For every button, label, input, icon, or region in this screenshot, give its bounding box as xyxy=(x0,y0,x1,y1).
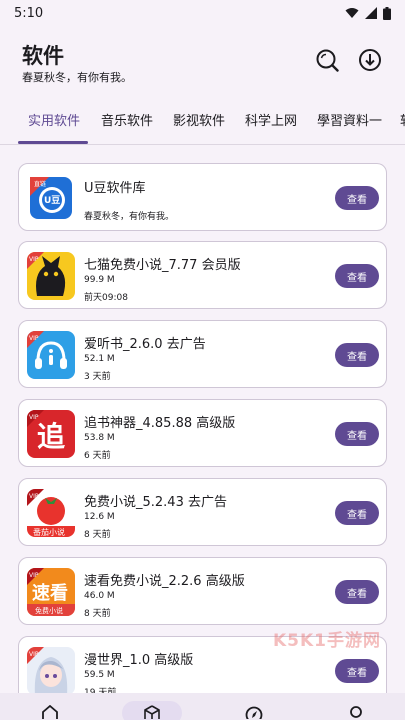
signal-icon xyxy=(365,7,377,19)
zhui-icon: 追 VIP xyxy=(27,410,75,458)
udou-text: U豆 xyxy=(44,195,60,206)
list-item[interactable]: VIP 爱听书_2.6.0 去广告 52.1 M 3 天前 查看 xyxy=(18,320,387,388)
app-list: 直链 U豆 U豆软件库 春夏秋冬，有你有我。 查看 VIP 七猫免费小说_7.7… xyxy=(0,145,405,693)
vip-tag: VIP xyxy=(29,335,39,342)
vip-tag: VIP xyxy=(29,651,39,658)
sukan-text: 速看 xyxy=(32,582,68,604)
app-name: 爱听书_2.6.0 去广告 xyxy=(84,337,206,352)
view-button[interactable]: 查看 xyxy=(335,186,379,210)
app-time: 19 天前 xyxy=(84,688,117,693)
app-time: 6 天前 xyxy=(84,451,111,461)
nav-software[interactable] xyxy=(122,693,182,720)
view-button[interactable]: 查看 xyxy=(335,580,379,604)
list-item[interactable]: 追 VIP 追书神器_4.85.88 高级版 53.8 M 6 天前 查看 xyxy=(18,399,387,467)
app-size: 59.5 M xyxy=(84,670,115,680)
status-time: 5:10 xyxy=(14,5,44,21)
anime-icon: VIP xyxy=(27,647,75,693)
app-size: 99.9 M xyxy=(84,275,115,285)
app-size: 52.1 M xyxy=(84,354,115,364)
tab-study-materials[interactable]: 學習資料一 xyxy=(317,104,382,144)
nav-home[interactable] xyxy=(20,693,80,720)
tomato-icon: 番茄小说 VIP xyxy=(27,489,75,537)
watermark: K5K1手游网 xyxy=(273,631,382,651)
list-item[interactable]: 番茄小说 VIP 免费小说_5.2.43 去广告 12.6 M 8 天前 查看 xyxy=(18,478,387,546)
list-item[interactable]: 速看 免费小说 VIP 速看免费小说_2.2.6 高级版 46.0 M 8 天前… xyxy=(18,557,387,625)
wifi-icon xyxy=(345,8,359,18)
vip-tag: VIP xyxy=(29,256,39,263)
headphones-icon: VIP xyxy=(27,331,75,379)
search-button[interactable] xyxy=(313,46,341,74)
app-name: 七猫免费小说_7.77 会员版 xyxy=(84,258,241,273)
vip-tag: VIP xyxy=(29,572,39,579)
view-button[interactable]: 查看 xyxy=(335,343,379,367)
nav-discover[interactable] xyxy=(224,693,284,720)
page-title: 软件 xyxy=(22,44,64,68)
app-time: 8 天前 xyxy=(84,609,111,619)
cube-icon xyxy=(144,705,160,719)
battery-icon xyxy=(383,6,391,20)
bottom-nav xyxy=(0,693,405,720)
tab-music-software[interactable]: 音乐软件 xyxy=(101,104,153,144)
vip-tag: VIP xyxy=(29,414,39,421)
view-button[interactable]: 查看 xyxy=(335,501,379,525)
nav-profile[interactable] xyxy=(326,693,386,720)
cat-icon: VIP xyxy=(27,252,75,300)
sukan-icon: 速看 免费小说 VIP xyxy=(27,568,75,616)
view-button[interactable]: 查看 xyxy=(335,422,379,446)
vip-tag: VIP xyxy=(29,493,39,500)
app-header: 软件 春夏秋冬，有你有我。 xyxy=(0,26,405,94)
compass-icon xyxy=(245,706,263,719)
profile-icon xyxy=(350,706,362,718)
app-time: 8 天前 xyxy=(84,530,111,540)
tab-science-internet[interactable]: 科学上网 xyxy=(245,104,297,144)
category-tabs: 实用软件 音乐软件 影视软件 科学上网 學習資料一 软 xyxy=(0,104,405,144)
zhui-glyph: 追 xyxy=(37,420,66,453)
download-button[interactable] xyxy=(356,46,384,74)
tomato-text: 番茄小说 xyxy=(33,527,65,537)
app-size: 46.0 M xyxy=(84,591,115,601)
udou-icon: 直链 U豆 xyxy=(27,174,75,222)
app-time: 前天09:08 xyxy=(84,293,128,303)
tab-utility-software[interactable]: 实用软件 xyxy=(28,104,80,144)
home-icon xyxy=(42,705,58,719)
sukan-sub: 免费小说 xyxy=(35,606,63,615)
view-button[interactable]: 查看 xyxy=(335,264,379,288)
view-button[interactable]: 查看 xyxy=(335,659,379,683)
app-name: 速看免费小说_2.2.6 高级版 xyxy=(84,574,245,589)
app-name: 漫世界_1.0 高级版 xyxy=(84,653,194,668)
app-size: 53.8 M xyxy=(84,433,115,443)
tab-video-software[interactable]: 影视软件 xyxy=(173,104,225,144)
app-name: 追书神器_4.85.88 高级版 xyxy=(84,416,236,431)
app-size: 12.6 M xyxy=(84,512,115,522)
page-subtitle: 春夏秋冬，有你有我。 xyxy=(22,71,132,84)
app-time: 3 天前 xyxy=(84,372,111,382)
tab-more[interactable]: 软 xyxy=(400,104,405,144)
status-bar: 5:10 xyxy=(0,0,405,26)
udou-tag: 直链 xyxy=(34,180,46,188)
list-item[interactable]: VIP 七猫免费小说_7.77 会员版 99.9 M 前天09:08 查看 xyxy=(18,241,387,309)
search-icon xyxy=(316,49,339,72)
list-item[interactable]: 直链 U豆 U豆软件库 春夏秋冬，有你有我。 查看 xyxy=(18,163,387,231)
download-icon xyxy=(359,49,381,71)
app-desc: 春夏秋冬，有你有我。 xyxy=(84,212,175,222)
app-name: 免费小说_5.2.43 去广告 xyxy=(84,495,227,510)
app-name: U豆软件库 xyxy=(84,181,146,196)
